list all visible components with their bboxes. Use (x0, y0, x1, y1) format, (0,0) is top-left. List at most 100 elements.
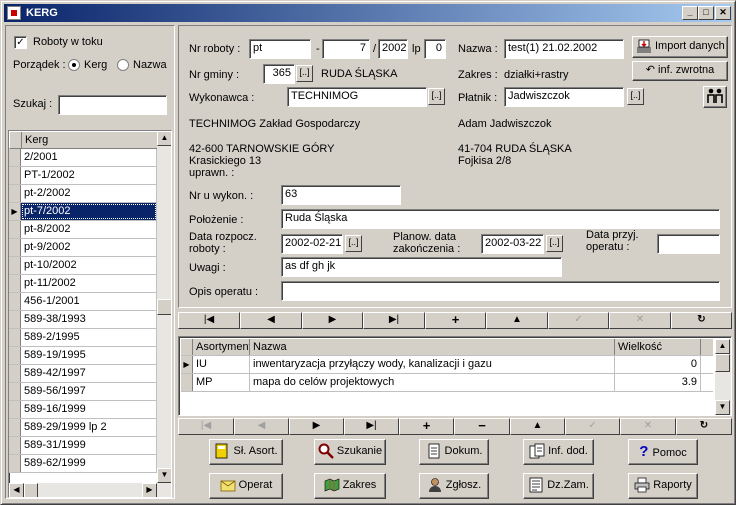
data-rozpocz-input[interactable]: 2002-02-21 (281, 234, 343, 254)
opis-input[interactable] (281, 281, 720, 301)
cell-wielkosc[interactable]: 0 (615, 356, 701, 373)
inf-dod-button[interactable]: Inf. dod. (523, 439, 594, 465)
operat-button[interactable]: Operat (209, 473, 283, 499)
list-header[interactable]: Kerg (9, 131, 159, 149)
gmina-lookup-button[interactable]: [..] (296, 65, 313, 82)
data-przyj-input[interactable] (657, 234, 720, 254)
nr-gminy-input[interactable]: 365 (263, 64, 295, 84)
header-nazwa[interactable]: Nazwa (250, 339, 615, 355)
platnik-lookup-button[interactable]: [..] (627, 88, 644, 105)
nr-roboty-prefix-input[interactable]: pt (249, 39, 311, 59)
list-item[interactable]: pt-8/2002 (9, 221, 157, 239)
scroll-up-button[interactable]: ▲ (157, 131, 171, 146)
dokum-button[interactable]: Dokum. (419, 439, 489, 465)
nazwa-input[interactable]: test(1) 21.02.2002 (504, 39, 624, 59)
tnav-last-button[interactable]: ▶| (344, 418, 399, 435)
list-item[interactable]: pt-2/2002 (9, 185, 157, 203)
nav-first-button[interactable]: |◀ (178, 312, 240, 329)
maximize-button[interactable]: □ (698, 6, 714, 20)
tnav-prior-button[interactable]: ◀ (234, 418, 289, 435)
uwagi-input[interactable]: as df gh jk (281, 257, 562, 277)
minimize-button[interactable]: _ (682, 6, 698, 20)
header-wielkosc[interactable]: Wielkość (615, 339, 701, 355)
list-item[interactable]: pt-10/2002 (9, 257, 157, 275)
order-radio-kerg[interactable] (68, 59, 80, 71)
list-item[interactable]: 589-42/1997 (9, 365, 157, 383)
cell-wielkosc[interactable]: 3.9 (615, 374, 701, 391)
list-item[interactable]: 589-29/1999 lp 2 (9, 419, 157, 437)
tnav-delete-button[interactable]: − (454, 418, 510, 435)
scroll-left-button[interactable]: ◀ (9, 483, 24, 497)
dz-zam-button[interactable]: Dz.Zam. (523, 473, 594, 499)
cell-nazwa[interactable]: inwentaryzacja przyłączy wody, kanalizac… (250, 356, 615, 373)
nr-year-input[interactable]: 2002 (378, 39, 408, 59)
table-scroll-up[interactable]: ▲ (715, 339, 730, 354)
tnav-edit-button[interactable]: ▲ (510, 418, 565, 435)
tnav-first-button[interactable]: |◀ (178, 418, 234, 435)
data-rozpocz-picker[interactable]: [..] (345, 235, 362, 252)
pomoc-button[interactable]: ? Pomoc (628, 439, 698, 465)
zakres-button[interactable]: Zakres (314, 473, 386, 499)
planow-picker[interactable]: [..] (546, 235, 563, 252)
nav-insert-button[interactable]: + (425, 312, 486, 329)
search-input[interactable] (58, 95, 167, 115)
tnav-next-button[interactable]: ▶ (289, 418, 344, 435)
nav-next-button[interactable]: ▶ (302, 312, 363, 329)
nr-u-wykon-input[interactable]: 63 (281, 185, 401, 205)
table-row[interactable]: ▶ IU inwentaryzacja przyłączy wody, kanali… (181, 356, 713, 374)
import-data-button[interactable]: Import danych (632, 36, 728, 58)
close-button[interactable]: ✕ (715, 6, 731, 20)
list-item[interactable]: 589-19/1995 (9, 347, 157, 365)
planow-input[interactable]: 2002-03-22 (481, 234, 544, 254)
cell-asortyment[interactable]: IU (193, 356, 250, 373)
list-item[interactable]: pt-11/2002 (9, 275, 157, 293)
list-item[interactable]: 589-38/1993 (9, 311, 157, 329)
nav-last-button[interactable]: ▶| (363, 312, 425, 329)
platnik-input[interactable]: Jadwiszczok (504, 87, 624, 107)
table-row[interactable]: MP mapa do celów projektowych 3.9 (181, 374, 713, 392)
nav-cancel-button[interactable]: ✕ (609, 312, 671, 329)
nav-prior-button[interactable]: ◀ (240, 312, 302, 329)
raporty-button[interactable]: Raporty (628, 473, 698, 499)
lp-input[interactable]: 0 (424, 39, 446, 59)
list-item[interactable]: 589-16/1999 (9, 401, 157, 419)
szukanie-button[interactable]: Szukanie (314, 439, 386, 465)
wykonawca-lookup-button[interactable]: [..] (428, 88, 445, 105)
list-item[interactable]: PT-1/2002 (9, 167, 157, 185)
tnav-cancel-button[interactable]: ✕ (620, 418, 676, 435)
header-asortyment[interactable]: Asortyment (193, 339, 250, 355)
inf-zwrotna-button[interactable]: ↶ inf. zwrotna (632, 61, 728, 81)
list-hscrollbar[interactable]: ◀ ▶ (9, 483, 171, 497)
nav-edit-button[interactable]: ▲ (486, 312, 548, 329)
tnav-insert-button[interactable]: + (399, 418, 454, 435)
list-item[interactable]: pt-9/2002 (9, 239, 157, 257)
list-item[interactable]: 589-62/1999 (9, 455, 157, 473)
tnav-refresh-button[interactable]: ↻ (676, 418, 732, 435)
cell-asortyment[interactable]: MP (193, 374, 250, 391)
scroll-right-button[interactable]: ▶ (142, 483, 157, 497)
table-scroll-down[interactable]: ▼ (715, 400, 730, 415)
in-progress-checkbox[interactable]: ✓ (14, 36, 27, 49)
nav-refresh-button[interactable]: ↻ (671, 312, 732, 329)
list-item[interactable]: 456-1/2001 (9, 293, 157, 311)
persons-button[interactable] (703, 86, 727, 108)
scroll-thumb[interactable] (157, 299, 171, 315)
table-vscrollbar[interactable]: ▲ ▼ (715, 339, 731, 415)
list-item[interactable]: 2/2001 (9, 149, 157, 167)
hscroll-thumb[interactable] (24, 483, 38, 497)
nr-number-input[interactable]: 7 (322, 39, 370, 59)
tnav-post-button[interactable]: ✓ (565, 418, 620, 435)
list-item[interactable]: 589-2/1995 (9, 329, 157, 347)
list-vscrollbar[interactable]: ▲ ▼ (157, 131, 171, 483)
wykonawca-input[interactable]: TECHNIMOG (287, 87, 427, 107)
polozenie-input[interactable]: Ruda Śląska (281, 209, 720, 229)
list-item[interactable]: ▶ pt-7/2002 (9, 203, 157, 221)
sl-asort-button[interactable]: Sł. Asort. (209, 439, 283, 465)
zglosz-button[interactable]: Zgłosz. (419, 473, 489, 499)
list-item[interactable]: 589-56/1997 (9, 383, 157, 401)
table-scroll-thumb[interactable] (715, 354, 730, 372)
nav-post-button[interactable]: ✓ (548, 312, 609, 329)
list-item[interactable]: 589-31/1999 (9, 437, 157, 455)
cell-nazwa[interactable]: mapa do celów projektowych (250, 374, 615, 391)
scroll-down-button[interactable]: ▼ (157, 468, 171, 483)
